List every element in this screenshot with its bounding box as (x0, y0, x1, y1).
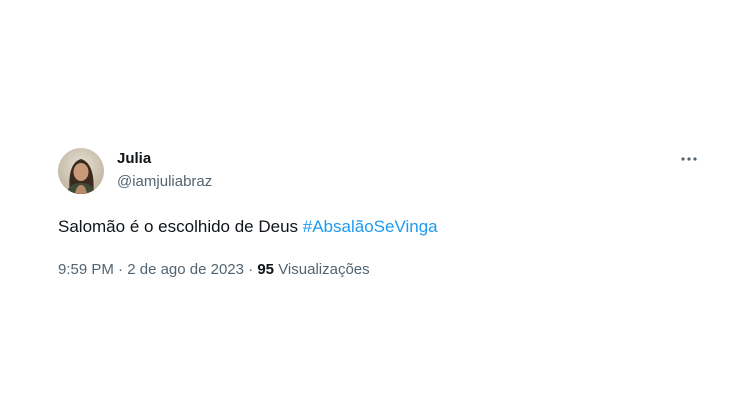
user-handle[interactable]: @iamjuliabraz (117, 173, 212, 190)
tweet-card: Julia @iamjuliabraz Salomão é o escolhid… (0, 0, 747, 420)
tweet-date[interactable]: 2 de ago de 2023 (127, 261, 244, 278)
tweet-time[interactable]: 9:59 PM (58, 261, 114, 278)
hashtag-link[interactable]: #AbsalãoSeVinga (303, 217, 438, 236)
meta-separator: · (244, 261, 258, 278)
tweet-text: Salomão é o escolhido de Deus #AbsalãoSe… (58, 217, 438, 237)
tweet-metadata: 9:59 PM · 2 de ago de 2023 · 95 Visualiz… (58, 261, 370, 278)
user-display-name[interactable]: Julia (117, 150, 151, 167)
views-count: 95 (257, 261, 275, 278)
views-label: Visualizações (274, 261, 370, 278)
more-horizontal-icon (681, 157, 697, 161)
more-options-button[interactable] (676, 148, 702, 170)
avatar[interactable] (58, 148, 104, 194)
avatar-photo-icon (58, 148, 104, 194)
meta-separator: · (113, 261, 128, 278)
tweet-body-text: Salomão é o escolhido de Deus (58, 217, 303, 236)
